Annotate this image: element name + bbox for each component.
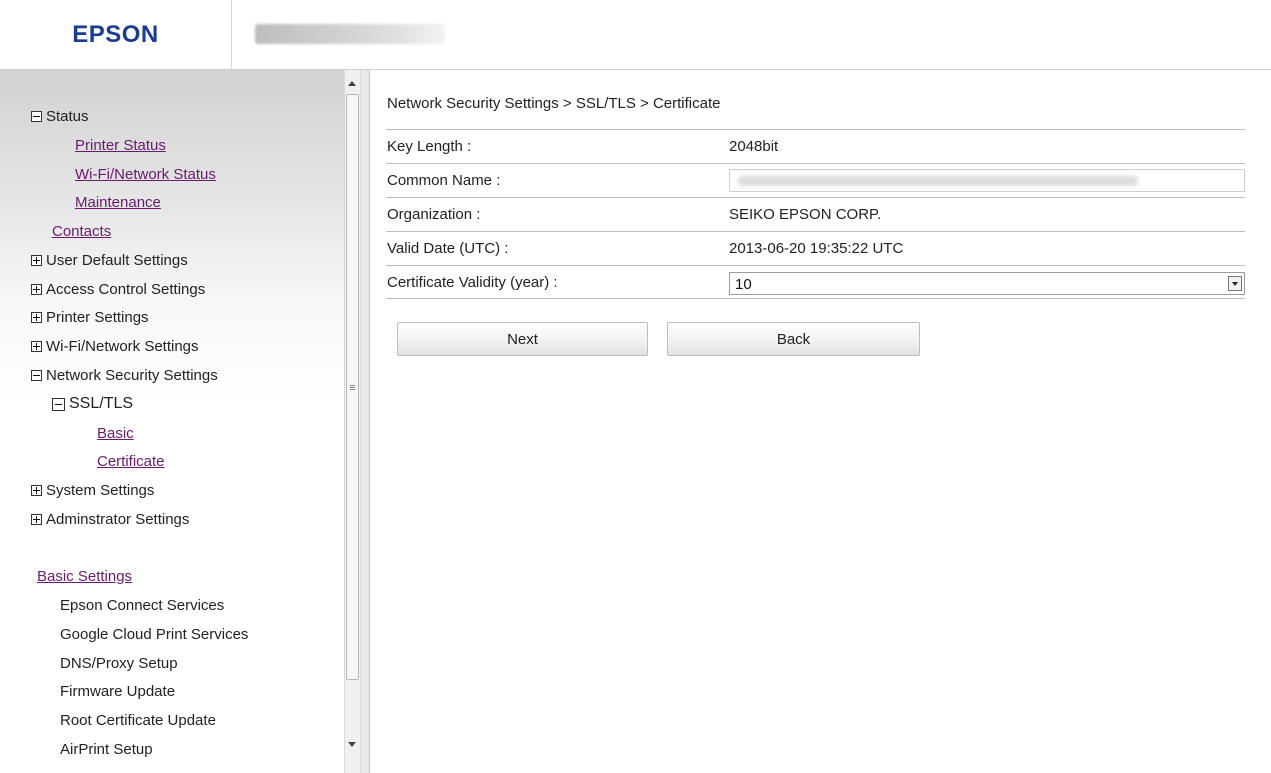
nav-status-row[interactable]: Status xyxy=(31,105,89,127)
key-length-row: Key Length : 2048bit xyxy=(386,129,1245,163)
epson-connect-label[interactable]: Epson Connect Services xyxy=(60,597,224,614)
nav-firmware[interactable]: Firmware Update xyxy=(60,680,175,702)
nav-printer-settings[interactable]: Printer Settings xyxy=(31,306,149,328)
nav-user-default[interactable]: User Default Settings xyxy=(31,249,188,271)
organization-row: Organization : SEIKO EPSON CORP. xyxy=(386,197,1245,231)
common-name-input[interactable] xyxy=(729,169,1245,192)
nav-dns-proxy[interactable]: DNS/Proxy Setup xyxy=(60,652,178,674)
key-length-value: 2048bit xyxy=(729,138,779,155)
certificate-validity-select[interactable]: 10 xyxy=(729,272,1245,295)
redacted-value xyxy=(738,176,1138,186)
nav-root-cert[interactable]: Root Certificate Update xyxy=(60,709,216,731)
scroll-up-icon[interactable] xyxy=(348,81,356,86)
certificate-link[interactable]: Certificate xyxy=(97,453,165,470)
airprint-label[interactable]: AirPrint Setup xyxy=(60,741,153,758)
valid-date-row: Valid Date (UTC) : 2013-06-20 19:35:22 U… xyxy=(386,231,1245,265)
dns-proxy-label[interactable]: DNS/Proxy Setup xyxy=(60,655,178,672)
wifi-settings-label: Wi-Fi/Network Settings xyxy=(46,337,199,355)
nav-airprint[interactable]: AirPrint Setup xyxy=(60,738,153,760)
nav-admin-settings[interactable]: Adminstrator Settings xyxy=(31,508,189,530)
firmware-label[interactable]: Firmware Update xyxy=(60,683,175,700)
nav-wifi-status[interactable]: Wi-Fi/Network Status xyxy=(75,163,216,185)
organization-value: SEIKO EPSON CORP. xyxy=(729,206,882,223)
nav-maintenance[interactable]: Maintenance xyxy=(75,191,161,213)
collapse-icon[interactable] xyxy=(52,397,65,411)
expand-icon[interactable] xyxy=(31,340,42,352)
key-length-label: Key Length : xyxy=(387,138,472,155)
nav-ssl-tls[interactable]: SSL/TLS xyxy=(52,393,133,415)
main-content: Network Security Settings > SSL/TLS > Ce… xyxy=(370,70,1271,773)
expand-icon[interactable] xyxy=(31,484,42,496)
expand-icon[interactable] xyxy=(31,254,42,266)
user-default-label: User Default Settings xyxy=(46,251,188,269)
grip-icon xyxy=(350,385,355,391)
nav-google-cloud[interactable]: Google Cloud Print Services xyxy=(60,623,248,645)
organization-label: Organization : xyxy=(387,206,481,223)
nav-basic[interactable]: Basic xyxy=(97,422,134,444)
chevron-down-icon[interactable] xyxy=(1228,276,1242,291)
collapse-icon[interactable] xyxy=(31,110,42,122)
certificate-validity-label: Certificate Validity (year) : xyxy=(387,273,558,291)
printer-settings-label: Printer Settings xyxy=(46,308,149,326)
nav-certificate[interactable]: Certificate xyxy=(97,450,165,472)
expand-icon[interactable] xyxy=(31,283,42,295)
nav-contacts[interactable]: Contacts xyxy=(52,220,111,242)
maintenance-link[interactable]: Maintenance xyxy=(75,194,161,211)
nav-status-label: Status xyxy=(46,107,89,125)
basic-settings-link[interactable]: Basic Settings xyxy=(37,568,132,585)
expand-icon[interactable] xyxy=(31,311,42,323)
nav-basic-settings[interactable]: Basic Settings xyxy=(37,565,132,587)
system-settings-label: System Settings xyxy=(46,481,155,499)
scroll-down-icon[interactable] xyxy=(348,742,356,747)
sidebar-nav: Status Printer Status Wi-Fi/Network Stat… xyxy=(0,70,344,773)
admin-settings-label: Adminstrator Settings xyxy=(46,510,190,528)
model-name-redacted xyxy=(255,24,445,44)
basic-link[interactable]: Basic xyxy=(97,425,134,442)
nav-printer-status[interactable]: Printer Status xyxy=(75,134,166,156)
epson-logo: EPSON xyxy=(72,21,159,48)
nav-network-security[interactable]: Network Security Settings xyxy=(31,364,218,386)
logo-area: EPSON xyxy=(0,0,232,70)
network-security-label: Network Security Settings xyxy=(46,366,218,384)
nav-access-control[interactable]: Access Control Settings xyxy=(31,278,205,300)
root-cert-label[interactable]: Root Certificate Update xyxy=(60,712,216,729)
next-button[interactable]: Next xyxy=(397,322,648,356)
access-control-label: Access Control Settings xyxy=(46,280,206,298)
common-name-label: Common Name : xyxy=(387,172,501,189)
breadcrumb: Network Security Settings > SSL/TLS > Ce… xyxy=(387,95,721,112)
valid-date-value: 2013-06-20 19:35:22 UTC xyxy=(729,240,904,257)
certificate-validity-value: 10 xyxy=(735,276,752,293)
scrollbar-thumb[interactable] xyxy=(346,94,359,680)
contacts-link[interactable]: Contacts xyxy=(52,223,111,240)
sidebar: Status Printer Status Wi-Fi/Network Stat… xyxy=(0,70,344,773)
google-cloud-label[interactable]: Google Cloud Print Services xyxy=(60,626,248,643)
printer-status-link[interactable]: Printer Status xyxy=(75,137,166,154)
nav-epson-connect[interactable]: Epson Connect Services xyxy=(60,594,224,616)
header-bar: EPSON xyxy=(0,0,1271,70)
wifi-status-link[interactable]: Wi-Fi/Network Status xyxy=(75,166,216,183)
valid-date-label: Valid Date (UTC) : xyxy=(387,240,509,257)
nav-wifi-settings[interactable]: Wi-Fi/Network Settings xyxy=(31,335,199,357)
ssl-tls-label: SSL/TLS xyxy=(69,395,134,412)
back-button[interactable]: Back xyxy=(667,322,920,356)
frame-divider[interactable] xyxy=(361,70,370,773)
sidebar-scrollbar[interactable] xyxy=(344,70,361,773)
certificate-validity-row: Certificate Validity (year) : 10 xyxy=(386,265,1245,299)
nav-system-settings[interactable]: System Settings xyxy=(31,479,154,501)
common-name-row: Common Name : xyxy=(386,163,1245,197)
expand-icon[interactable] xyxy=(31,513,42,525)
collapse-icon[interactable] xyxy=(31,369,42,381)
